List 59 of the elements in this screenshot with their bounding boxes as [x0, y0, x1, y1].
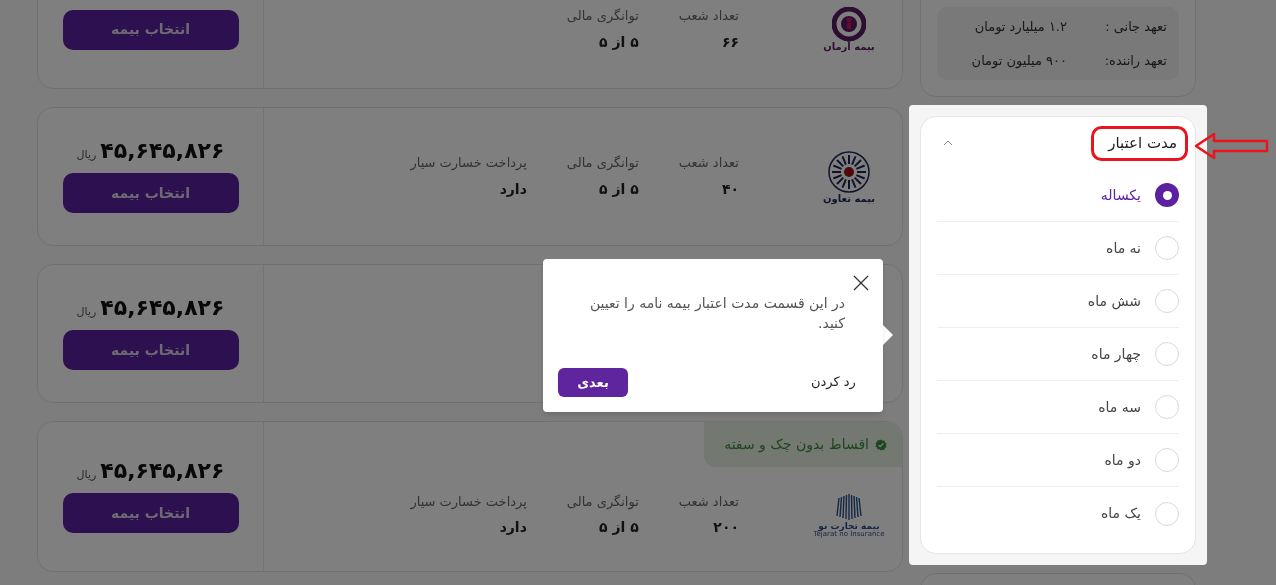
option-label: نه ماه: [1106, 238, 1141, 258]
logo-icon: [835, 492, 863, 522]
logo-icon: [832, 7, 866, 41]
radio-button[interactable]: [1155, 448, 1179, 472]
coverage-value: ۱.۲ میلیارد تومان: [974, 18, 1067, 37]
radio-button[interactable]: [1155, 342, 1179, 366]
detail-label: پرداخت خسارت سیار: [410, 154, 527, 173]
detail-value: ۵ از ۵: [598, 179, 639, 199]
detail-label: پرداخت خسارت سیار: [410, 492, 527, 512]
currency: ریال: [76, 146, 97, 163]
detail-value: دارد: [498, 179, 527, 199]
close-icon[interactable]: [853, 275, 869, 291]
radio-button[interactable]: [1155, 501, 1179, 526]
radio-button[interactable]: [1155, 236, 1179, 260]
detail-label: تعداد شعب: [678, 7, 739, 26]
radio-button[interactable]: [1155, 395, 1179, 419]
coverage-label: تعهد جانی :: [1104, 18, 1167, 37]
price: ۴۵,۶۴۵,۸۲۶: [100, 139, 225, 162]
filter-title: مدت اعتبار: [1108, 132, 1177, 154]
option-label: شش ماه: [1087, 291, 1141, 312]
radio-button[interactable]: [1155, 289, 1179, 313]
detail-value: ۶۶: [720, 32, 739, 52]
option-label: یکساله: [1100, 185, 1141, 205]
detail-label: توانگری مالی: [566, 492, 639, 512]
detail-label: تعداد شعب: [678, 492, 739, 511]
radio-button[interactable]: [1155, 183, 1179, 207]
coverage-value: ۹۰۰ میلیون تومان: [971, 51, 1067, 70]
price: ۴۵,۶۴۵,۸۲۶: [100, 459, 225, 482]
option-label: سه ماه: [1098, 397, 1141, 417]
currency: ریال: [76, 303, 97, 320]
option-label: یک ماه: [1101, 504, 1141, 523]
detail-value: ۲۰۰: [712, 518, 739, 538]
detail-value: ۴۰: [720, 179, 739, 199]
detail-label: توانگری مالی: [566, 154, 639, 173]
select-insurance-button[interactable]: انتخاب بیمه: [62, 173, 239, 214]
select-insurance-button[interactable]: انتخاب بیمه: [62, 9, 239, 50]
option-label: دو ماه: [1104, 450, 1141, 471]
select-insurance-button[interactable]: انتخاب بیمه: [62, 330, 239, 371]
select-insurance-button[interactable]: انتخاب بیمه: [62, 493, 239, 534]
coverage-label: تعهد راننده:: [1103, 51, 1167, 70]
dismiss-button[interactable]: رد کردن: [811, 372, 856, 392]
detail-label: تعداد شعب: [678, 154, 739, 173]
tour-text: در این قسمت مدت اعتبار بیمه نامه را تعیین کنید.: [588, 294, 845, 333]
logo-wordmark: بیمه تعاون: [823, 193, 875, 204]
currency: ریال: [76, 466, 97, 483]
price: ۴۵,۶۴۵,۸۲۶: [100, 296, 225, 319]
option-label: چهار ماه: [1091, 344, 1141, 365]
detail-value: ۵ از ۵: [598, 518, 639, 538]
verified-icon: [875, 438, 887, 451]
logo-icon: [827, 149, 871, 194]
detail-value: دارد: [498, 518, 527, 538]
next-button[interactable]: بعدی: [558, 368, 628, 397]
badge-text: اقساط بدون چک و سفته: [724, 435, 869, 455]
detail-label: توانگری مالی: [566, 7, 639, 26]
arrow-icon: [1194, 132, 1269, 160]
logo-wordmark: بیمه آرمان: [823, 42, 875, 52]
logo-wordmark: بیمه تجارت نو: [818, 522, 880, 531]
chevron-icon[interactable]: [943, 140, 953, 146]
detail-value: ۵ از ۵: [598, 32, 639, 52]
